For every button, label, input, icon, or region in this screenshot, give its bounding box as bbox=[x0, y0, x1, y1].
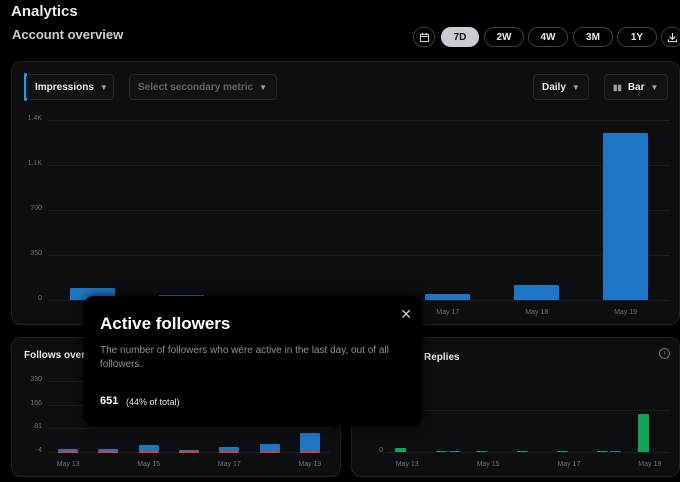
range-4w[interactable]: 4W bbox=[528, 27, 568, 47]
tooltip-value: 651 bbox=[100, 395, 119, 407]
chart-bar[interactable] bbox=[299, 433, 320, 452]
interval-label: Daily bbox=[542, 81, 566, 93]
primary-metric-dropdown[interactable]: Impressions ▼ bbox=[26, 74, 114, 100]
x-tick-label: May 15 bbox=[476, 461, 500, 468]
grid-line bbox=[48, 120, 670, 121]
x-tick-label: May 15 bbox=[137, 461, 161, 468]
y-tick-label: 1.4K bbox=[27, 115, 42, 122]
y-tick-label: 0 bbox=[379, 447, 383, 454]
follows-panel-title: Follows over bbox=[24, 350, 86, 361]
y-tick-label: 81 bbox=[34, 423, 42, 431]
x-tick-label: May 17 bbox=[217, 461, 241, 468]
range-3m[interactable]: 3M bbox=[573, 27, 613, 47]
tooltip-title: Active followers bbox=[100, 314, 231, 333]
calendar-icon bbox=[419, 32, 429, 42]
y-tick-label: 350 bbox=[30, 250, 42, 257]
chart-bar[interactable] bbox=[219, 451, 240, 453]
y-tick-label: 330 bbox=[30, 376, 42, 383]
grid-line bbox=[48, 428, 330, 430]
chevron-down-icon: ▼ bbox=[650, 82, 659, 92]
chart-bar[interactable] bbox=[425, 294, 471, 300]
chart-bar[interactable] bbox=[98, 451, 119, 453]
secondary-metric-placeholder: Select secondary metric bbox=[138, 81, 254, 93]
bar-chart-icon: ▮▮ bbox=[613, 82, 622, 92]
x-tick-label: May 19 bbox=[638, 461, 662, 468]
chart-bar[interactable] bbox=[179, 451, 199, 453]
x-tick-label: May 17 bbox=[436, 309, 460, 316]
tooltip-description: The number of followers who were active … bbox=[100, 345, 389, 370]
chart-bar[interactable] bbox=[637, 414, 649, 452]
close-icon[interactable]: ✕ bbox=[400, 306, 412, 323]
grid-line bbox=[387, 452, 670, 453]
primary-metric-label: Impressions bbox=[35, 81, 94, 93]
x-tick-label: May 17 bbox=[557, 461, 581, 468]
chevron-down-icon: ▼ bbox=[259, 82, 267, 92]
tooltip-percent: (44% of total) bbox=[126, 397, 180, 407]
chart-bar[interactable] bbox=[259, 451, 280, 453]
grid-line bbox=[48, 210, 670, 211]
main-chart-panel: Impressions ▼ Select secondary metric ▼ … bbox=[11, 61, 680, 325]
download-icon bbox=[667, 32, 677, 42]
calendar-button[interactable] bbox=[413, 27, 435, 47]
grid-line bbox=[387, 410, 670, 411]
range-2w[interactable]: 2W bbox=[484, 27, 524, 47]
secondary-metric-dropdown[interactable]: Select secondary metric ▼ bbox=[129, 74, 277, 100]
range-7d[interactable]: 7D bbox=[441, 27, 479, 47]
chart-bar[interactable] bbox=[395, 447, 407, 452]
info-icon[interactable]: i bbox=[659, 348, 670, 359]
chart-bar[interactable] bbox=[514, 284, 560, 300]
active-followers-tooltip: Active followers ✕ The number of followe… bbox=[84, 296, 422, 426]
chart-type-dropdown[interactable]: ▮▮ Bar ▼ bbox=[604, 74, 668, 100]
chevron-down-icon: ▼ bbox=[571, 82, 580, 92]
chart-bar[interactable] bbox=[259, 444, 280, 452]
replies-panel-title: Replies bbox=[424, 352, 460, 363]
x-tick-label: May 13 bbox=[395, 461, 419, 468]
y-tick-label: 166 bbox=[30, 399, 42, 407]
y-tick-label: 0 bbox=[38, 295, 42, 302]
x-tick-label: May 19 bbox=[298, 461, 322, 468]
page-subtitle: Account overview bbox=[12, 27, 124, 42]
chart-bar[interactable] bbox=[138, 451, 159, 453]
download-button[interactable] bbox=[661, 27, 680, 47]
chart-type-label: Bar bbox=[627, 81, 645, 93]
interval-dropdown[interactable]: Daily ▼ bbox=[533, 74, 589, 100]
x-tick-label: May 19 bbox=[614, 309, 638, 316]
y-tick-label: 1.1K bbox=[27, 160, 42, 167]
x-tick-label: May 18 bbox=[525, 309, 549, 316]
chart-bar[interactable] bbox=[299, 451, 320, 453]
y-tick-label: -4 bbox=[35, 447, 42, 454]
grid-line bbox=[48, 255, 670, 256]
chevron-down-icon: ▼ bbox=[99, 82, 108, 92]
chart-bar[interactable] bbox=[58, 451, 79, 453]
chart-bar[interactable] bbox=[603, 132, 649, 300]
grid-line bbox=[48, 165, 670, 166]
page-title: Analytics bbox=[11, 3, 78, 20]
x-tick-label: May 13 bbox=[56, 461, 80, 468]
y-tick-label: 700 bbox=[30, 205, 42, 212]
range-1y[interactable]: 1Y bbox=[617, 27, 657, 47]
